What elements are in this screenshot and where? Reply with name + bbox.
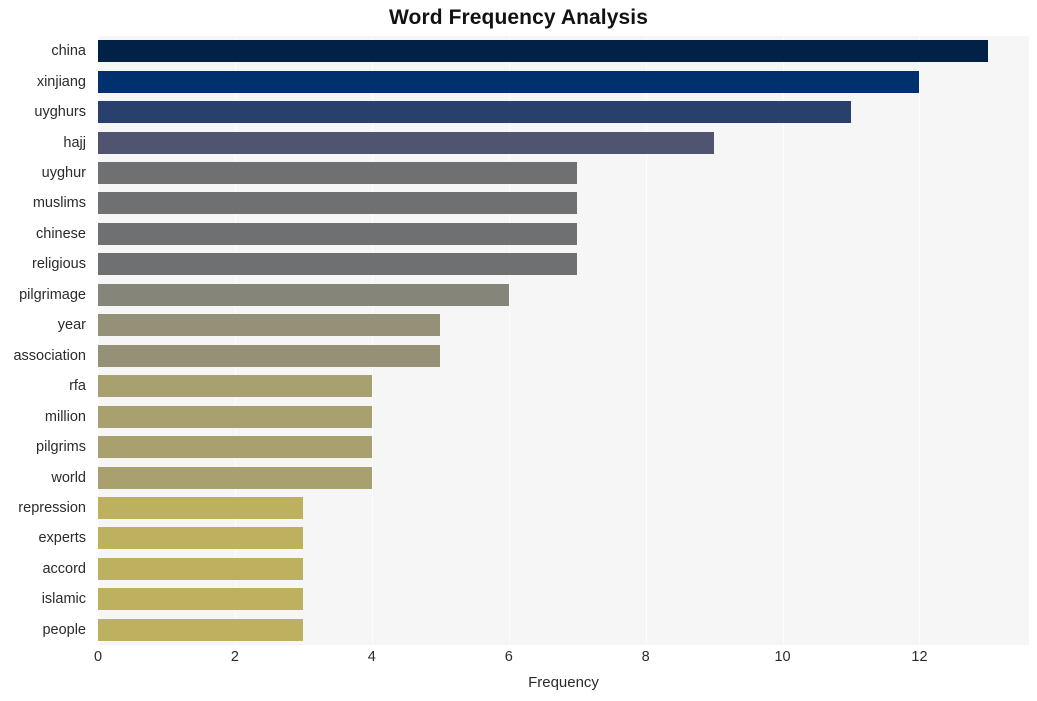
y-tick-label-rfa: rfa [69,378,86,395]
x-tick-label-10: 10 [774,649,791,665]
y-tick-label-muslims: muslims [32,195,86,212]
bar-year [98,314,441,337]
y-tick-label-year: year [57,317,86,334]
y-tick-label-accord: accord [42,560,86,577]
chart-title: Word Frequency Analysis [388,6,649,29]
gridline-x-0 [98,36,99,645]
x-axis-tick-labels: 0 2 4 6 8 10 12 [0,649,1037,671]
bar-muslims [98,192,578,215]
y-tick-label-religious: religious [32,256,86,273]
x-tick-label-4: 4 [367,649,376,665]
x-tick-label-8: 8 [641,649,650,665]
y-tick-label-world: world [51,469,86,486]
y-tick-label-hajj: hajj [63,134,86,151]
y-tick-label-xinjiang: xinjiang [36,73,86,90]
x-tick-label-6: 6 [504,649,513,665]
plot-area [98,36,1029,645]
bar-uyghurs [98,101,851,124]
x-tick-label-12: 12 [911,649,928,665]
bar-association [98,344,441,367]
gridline-x-2 [234,36,236,645]
y-tick-label-association: association [13,347,86,364]
bar-experts [98,527,304,550]
bar-people [98,618,304,641]
bar-xinjiang [98,70,920,93]
y-tick-label-china: china [51,43,86,60]
bar-repression [98,496,304,519]
y-tick-label-experts: experts [38,530,86,547]
x-tick-label-0: 0 [93,649,103,665]
x-axis-label: Frequency [528,674,599,691]
bar-million [98,405,372,428]
bar-uyghur [98,162,578,185]
y-tick-label-pilgrims: pilgrims [36,439,86,456]
y-tick-label-pilgrimage: pilgrimage [19,286,86,303]
bar-hajj [98,131,715,154]
y-tick-label-uyghurs: uyghurs [34,104,86,121]
y-tick-label-people: people [42,621,86,638]
bar-pilgrimage [98,283,509,306]
y-axis-tick-labels: china xinjiang uyghurs hajj uyghur muslims chi… [0,36,92,645]
bar-accord [98,557,304,580]
bar-world [98,466,372,489]
gridline-x-4 [371,36,373,645]
gridline-x-8 [645,36,647,645]
y-tick-label-islamic: islamic [41,591,86,608]
bar-pilgrims [98,436,372,459]
y-tick-label-chinese: chinese [36,225,86,242]
bar-chinese [98,222,578,245]
bar-china [98,40,988,63]
gridline-x-10 [782,36,784,645]
bar-religious [98,253,578,276]
gridline-x-12 [919,36,921,645]
bar-islamic [98,588,304,611]
y-tick-label-million: million [44,408,86,425]
word-frequency-chart: Word Frequency Analysis china xinjiang uyg… [0,0,1037,701]
gridline-x-6 [508,36,510,645]
x-tick-label-2: 2 [230,649,239,665]
bar-rfa [98,375,372,398]
y-tick-label-repression: repression [18,499,86,516]
y-tick-label-uyghur: uyghur [41,165,86,182]
